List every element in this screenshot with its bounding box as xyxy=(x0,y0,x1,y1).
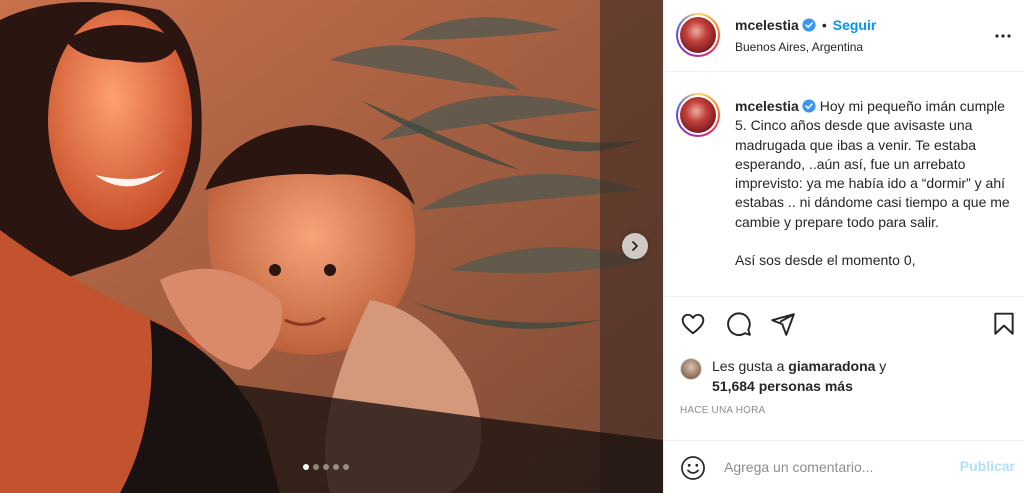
caption-text-block: mcelestia Hoy mi pequeño imán cumple 5. … xyxy=(735,97,1020,271)
photo-image xyxy=(0,0,663,493)
author-avatar[interactable] xyxy=(676,13,720,57)
comment-input[interactable] xyxy=(724,456,944,478)
likes-prefix: Les gusta a xyxy=(712,358,789,374)
likes-count[interactable]: 51,684 personas más xyxy=(712,378,853,394)
header-line: mcelestia • Seguir xyxy=(735,17,876,33)
caption-avatar[interactable] xyxy=(676,93,720,137)
post-photo[interactable] xyxy=(0,0,663,493)
caption-text: Hoy mi pequeño imán cumple 5. Cinco años… xyxy=(735,98,1010,269)
heart-icon[interactable] xyxy=(680,311,706,337)
post-header: mcelestia • Seguir Buenos Aires, Argentina xyxy=(664,0,1024,72)
caption-area: mcelestia Hoy mi pequeño imán cumple 5. … xyxy=(664,73,1024,295)
post-side-panel: mcelestia • Seguir Buenos Aires, Argentina… xyxy=(663,0,1024,493)
caption-username[interactable]: mcelestia xyxy=(735,98,799,114)
share-icon[interactable] xyxy=(770,311,796,337)
header-separator: • xyxy=(821,17,827,33)
comment-bar: Publicar xyxy=(664,440,1024,493)
carousel-dot xyxy=(333,464,339,470)
emoji-icon[interactable] xyxy=(680,455,706,481)
verified-badge-icon xyxy=(802,99,816,113)
author-username[interactable]: mcelestia xyxy=(735,17,799,33)
verified-badge-icon xyxy=(802,18,816,32)
likes-joiner: y xyxy=(875,358,887,374)
liker-username[interactable]: giamaradona xyxy=(788,358,875,374)
carousel-indicator xyxy=(303,464,349,470)
likes-text: Les gusta a giamaradona y 51,684 personas… xyxy=(712,356,1012,396)
comment-icon[interactable] xyxy=(726,311,752,337)
chevron-right-icon xyxy=(632,241,638,251)
follow-button[interactable]: Seguir xyxy=(833,17,877,33)
publish-button[interactable]: Publicar xyxy=(960,458,1015,474)
carousel-dot xyxy=(323,464,329,470)
carousel-dot xyxy=(303,464,309,470)
post-location[interactable]: Buenos Aires, Argentina xyxy=(735,40,863,54)
carousel-next-button[interactable] xyxy=(622,233,648,259)
carousel-dot xyxy=(313,464,319,470)
action-bar xyxy=(664,296,1024,346)
carousel-dot xyxy=(343,464,349,470)
liker-avatar[interactable] xyxy=(680,358,702,380)
bookmark-icon[interactable] xyxy=(991,311,1017,337)
more-options-icon[interactable] xyxy=(993,26,1013,46)
post-timestamp[interactable]: HACE UNA HORA xyxy=(680,405,765,416)
